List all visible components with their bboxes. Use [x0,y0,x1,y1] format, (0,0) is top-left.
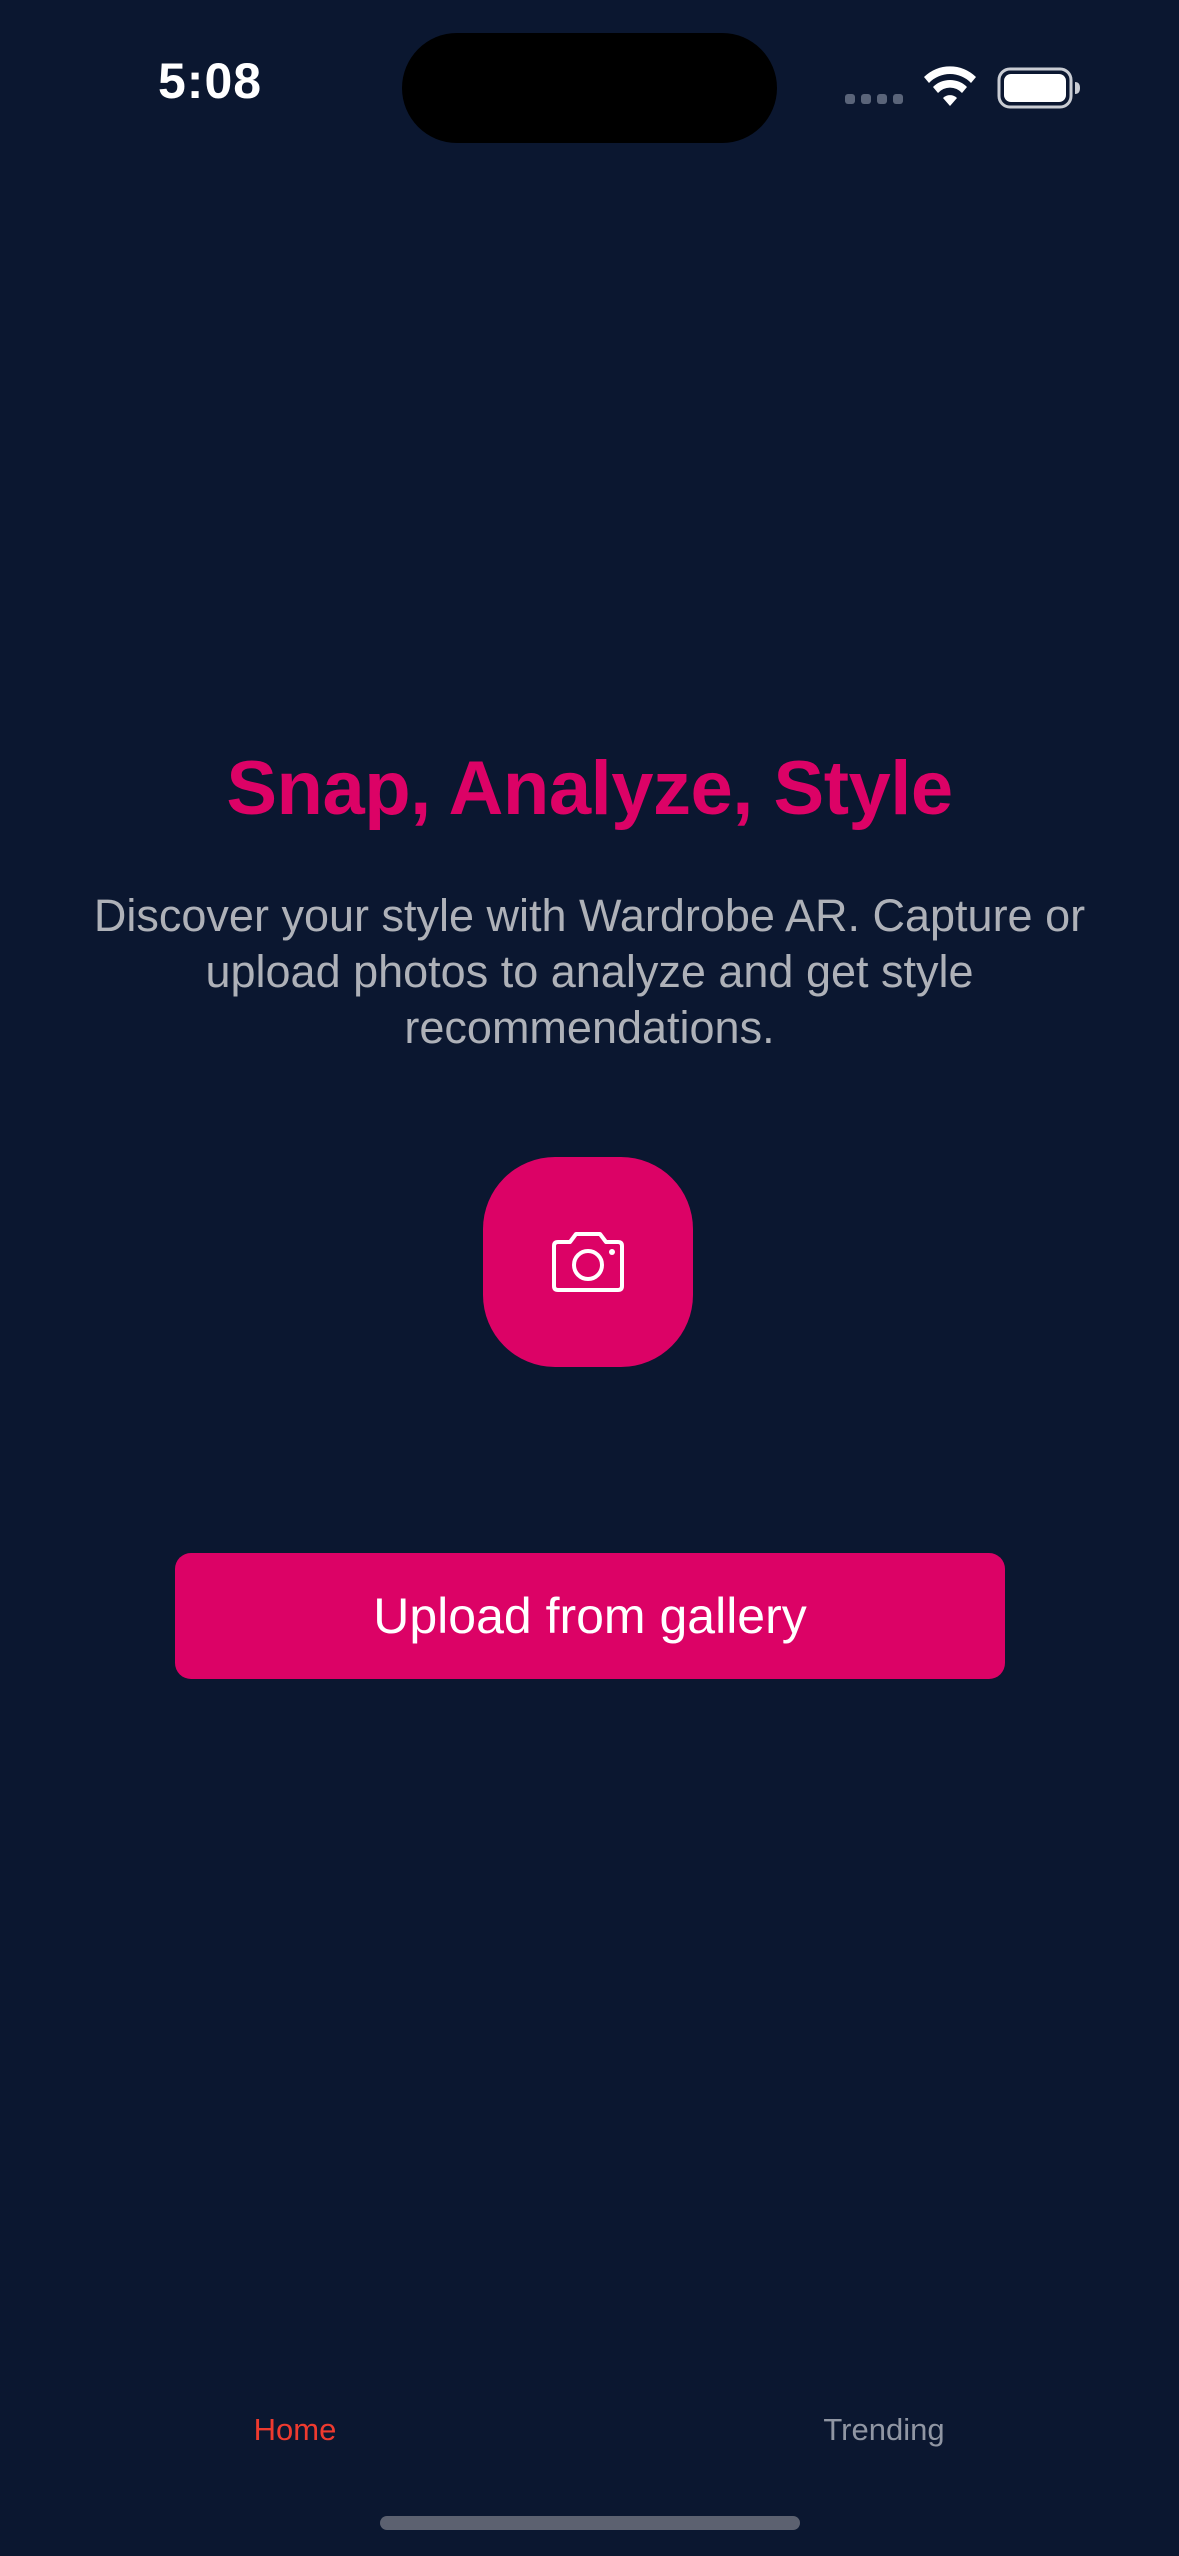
tab-bar: Home Trending [0,2390,1179,2470]
status-time: 5:08 [158,53,263,109]
page-title: Snap, Analyze, Style [226,746,953,831]
battery-icon [997,67,1080,109]
dynamic-island [402,33,777,143]
tab-trending[interactable]: Trending [734,2390,1034,2470]
cellular-signal-icon [845,94,905,106]
home-indicator[interactable] [380,2516,800,2530]
camera-icon [552,1232,624,1292]
upload-from-gallery-button[interactable]: Upload from gallery [175,1553,1005,1679]
page-description: Discover your style with Wardrobe AR. Ca… [93,890,1086,1053]
status-bar: 5:08 [0,0,1179,180]
tab-home[interactable]: Home [145,2390,445,2470]
wifi-icon [924,66,976,106]
camera-capture-button[interactable] [483,1157,693,1367]
